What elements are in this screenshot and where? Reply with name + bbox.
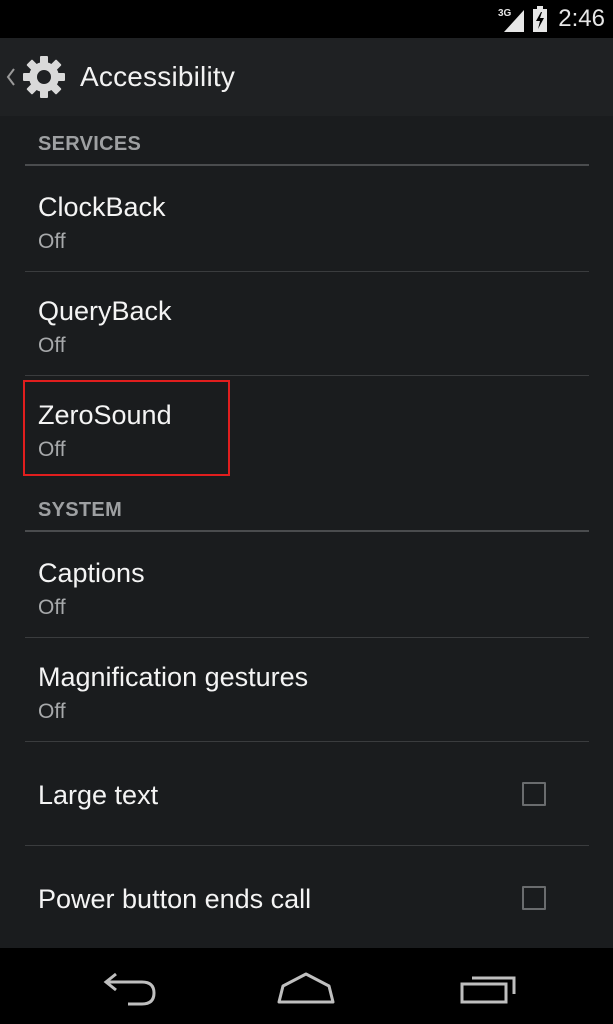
pref-title: QueryBack <box>38 296 172 326</box>
pref-title: ClockBack <box>38 192 166 222</box>
large-text-checkbox[interactable] <box>522 782 546 806</box>
home-icon[interactable] <box>271 968 341 1008</box>
system-section-header: SYSTEM <box>25 484 589 532</box>
action-bar: Accessibility <box>0 38 613 116</box>
clock: 2:46 <box>558 5 605 32</box>
pref-captions[interactable]: Captions Off <box>25 534 589 638</box>
navigation-bar <box>0 948 613 1024</box>
pref-title: Magnification gestures <box>38 662 309 692</box>
pref-summary: Off <box>38 700 66 723</box>
pref-magnification-gestures[interactable]: Magnification gestures Off <box>25 638 589 742</box>
settings-list: SERVICES ClockBack Off QueryBack Off Zer… <box>0 116 613 948</box>
back-icon[interactable] <box>92 968 162 1008</box>
pref-summary: Off <box>38 230 66 253</box>
up-caret-icon[interactable] <box>6 66 18 88</box>
page-title: Accessibility <box>80 61 236 92</box>
status-bar: 3G 2:46 <box>0 0 613 38</box>
section-header-label: SERVICES <box>38 133 142 155</box>
services-section-header: SERVICES <box>25 118 589 166</box>
section-header-label: SYSTEM <box>38 499 123 521</box>
pref-clockback[interactable]: ClockBack Off <box>25 168 589 272</box>
pref-summary: Off <box>38 596 66 619</box>
pref-title: Power button ends call <box>38 884 312 914</box>
power-button-ends-call-checkbox[interactable] <box>522 886 546 910</box>
pref-power-button-ends-call[interactable]: Power button ends call <box>25 846 589 950</box>
pref-summary: Off <box>38 334 66 357</box>
signal-icon: 3G <box>498 8 525 32</box>
pref-queryback[interactable]: QueryBack Off <box>25 272 589 376</box>
highlight-box <box>23 380 230 476</box>
pref-large-text[interactable]: Large text <box>25 742 589 846</box>
status-icons: 3G 2:46 <box>498 4 605 34</box>
recents-icon[interactable] <box>454 968 524 1008</box>
network-type-label: 3G <box>498 8 512 19</box>
settings-gear-icon[interactable] <box>20 53 68 101</box>
pref-title: Captions <box>38 558 145 588</box>
pref-title: Large text <box>38 780 159 810</box>
battery-icon <box>533 6 548 32</box>
